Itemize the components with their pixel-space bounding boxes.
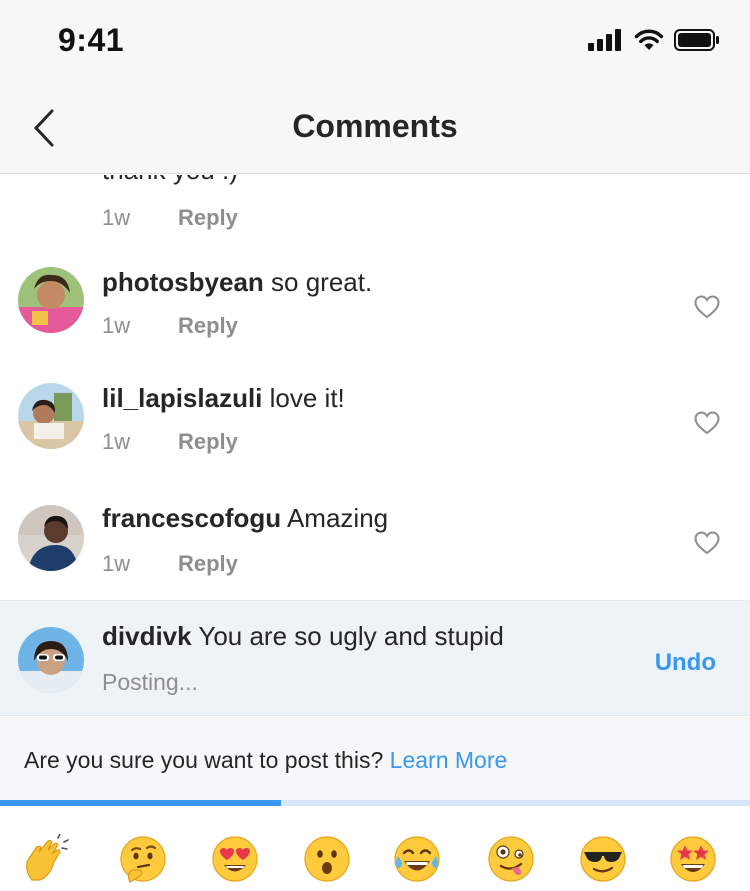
sunglasses-face-icon[interactable] <box>578 834 628 884</box>
comment-text: photosbyean so great. <box>102 267 372 298</box>
tears-of-joy-face-icon[interactable] <box>392 834 442 884</box>
thinking-face-icon[interactable] <box>118 834 168 884</box>
status-icons <box>588 26 720 54</box>
zany-face-icon[interactable] <box>486 834 536 884</box>
comment-time: 1w <box>102 429 131 454</box>
wifi-icon <box>634 29 664 50</box>
heart-icon[interactable] <box>694 295 720 319</box>
heart-icon[interactable] <box>694 531 720 555</box>
heart-icon[interactable] <box>694 411 720 435</box>
surprised-face-icon[interactable] <box>302 834 352 884</box>
reply-button[interactable]: Reply <box>178 429 238 455</box>
comment-meta: 1w Reply <box>102 313 238 339</box>
comment-username[interactable]: divdivk <box>102 621 192 651</box>
learn-more-link[interactable]: Learn More <box>390 747 508 773</box>
comment-body: love it! <box>269 383 345 413</box>
comment-meta: 1w Reply <box>102 429 238 455</box>
comment-text: francescofogu Amazing <box>102 503 388 534</box>
comment-body: Amazing <box>286 503 389 533</box>
comment-meta: 1w Reply <box>102 551 238 577</box>
comment-username[interactable]: lil_lapislazuli <box>102 383 262 413</box>
comment-row: photosbyean so great. 1w Reply <box>0 255 750 373</box>
warning-text: Are you sure you want to post this? Lear… <box>24 747 507 774</box>
star-struck-face-icon[interactable] <box>668 834 718 884</box>
comment-body: so great. <box>271 267 373 297</box>
reply-button[interactable]: Reply <box>178 205 238 231</box>
comment-body: You are so ugly and stupid <box>198 621 504 651</box>
cellular-signal-icon <box>588 29 621 51</box>
avatar[interactable] <box>18 267 84 333</box>
status-time: 9:41 <box>58 22 125 58</box>
avatar[interactable] <box>18 383 84 449</box>
comment-time: 1w <box>102 313 131 338</box>
comment-row: lil_lapislazuli love it! 1w Reply <box>0 371 750 489</box>
partial-comment-meta: 1w Reply <box>102 205 238 231</box>
posting-status: Posting... <box>102 669 198 695</box>
battery-icon <box>674 29 719 51</box>
comment-row: francescofogu Amazing 1w Reply <box>0 491 750 599</box>
post-warning: Are you sure you want to post this? Lear… <box>0 717 750 800</box>
comment-time: 1w <box>102 551 131 576</box>
partial-comment-text: thank you :) <box>102 175 238 186</box>
comment-list[interactable]: thank you :) 1w Reply photosbyean so gre… <box>0 175 750 599</box>
comment-username[interactable]: photosbyean <box>102 267 264 297</box>
undo-button[interactable]: Undo <box>655 649 716 677</box>
emoji-bar <box>0 806 750 891</box>
comment-text: divdivk You are so ugly and stupid <box>102 621 504 652</box>
reply-button[interactable]: Reply <box>178 313 238 339</box>
clapping-hands-icon[interactable] <box>20 834 70 884</box>
avatar[interactable] <box>18 627 84 693</box>
reply-button[interactable]: Reply <box>178 551 238 577</box>
warning-message: Are you sure you want to post this? <box>24 747 384 773</box>
comment-text: lil_lapislazuli love it! <box>102 383 345 414</box>
comment-time: 1w <box>102 205 131 230</box>
pending-comment: divdivk You are so ugly and stupid Posti… <box>0 600 750 716</box>
page-title: Comments <box>292 108 458 144</box>
avatar[interactable] <box>18 505 84 571</box>
heart-eyes-face-icon[interactable] <box>210 834 260 884</box>
comment-username[interactable]: francescofogu <box>102 503 281 533</box>
top-bar: 9:41 Comments <box>0 0 750 174</box>
